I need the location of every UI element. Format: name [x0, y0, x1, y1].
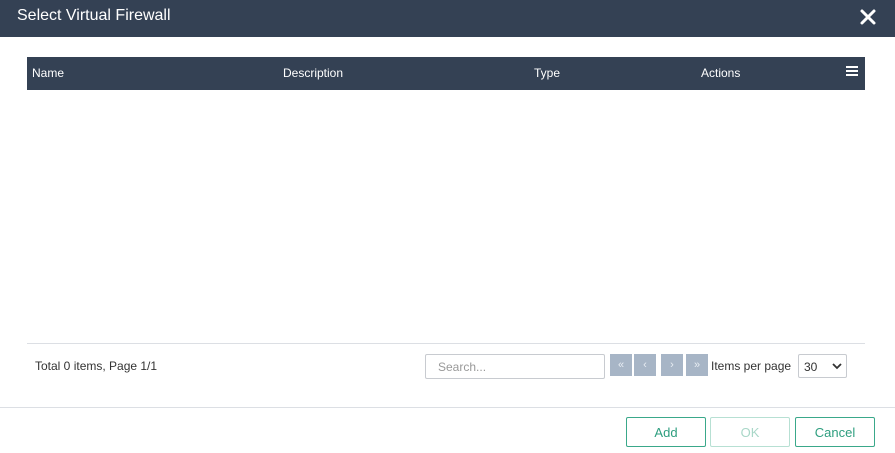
add-button[interactable]: Add: [626, 417, 706, 447]
close-icon[interactable]: [859, 8, 877, 26]
last-page-button[interactable]: »: [686, 354, 708, 376]
column-header-type[interactable]: Type: [534, 66, 560, 80]
menu-icon[interactable]: [846, 66, 858, 76]
table-header: Name Description Type Actions: [27, 57, 865, 90]
cancel-button[interactable]: Cancel: [795, 417, 875, 447]
next-page-button[interactable]: ›: [661, 354, 683, 376]
chevron-down-icon: [832, 363, 842, 370]
dialog-title: Select Virtual Firewall: [17, 7, 171, 24]
items-per-page-select[interactable]: 30: [798, 354, 847, 378]
column-header-description[interactable]: Description: [283, 66, 343, 80]
items-per-page-value: 30: [804, 360, 818, 374]
column-header-actions: Actions: [701, 66, 741, 80]
footer-divider: [27, 343, 865, 344]
search-input[interactable]: [425, 354, 605, 379]
dialog-titlebar: Select Virtual Firewall: [0, 0, 895, 37]
first-page-button[interactable]: «: [610, 354, 632, 376]
prev-page-button[interactable]: ‹: [634, 354, 656, 376]
total-items-text: Total 0 items, Page 1/1: [35, 359, 158, 373]
ok-button[interactable]: OK: [710, 417, 790, 447]
items-per-page-label: Items per page: [711, 359, 792, 373]
select-virtual-firewall-dialog: Select Virtual Firewall Name Description…: [0, 0, 895, 453]
actions-divider: [0, 407, 895, 408]
table-body: [27, 90, 865, 343]
column-header-name[interactable]: Name: [32, 66, 64, 80]
